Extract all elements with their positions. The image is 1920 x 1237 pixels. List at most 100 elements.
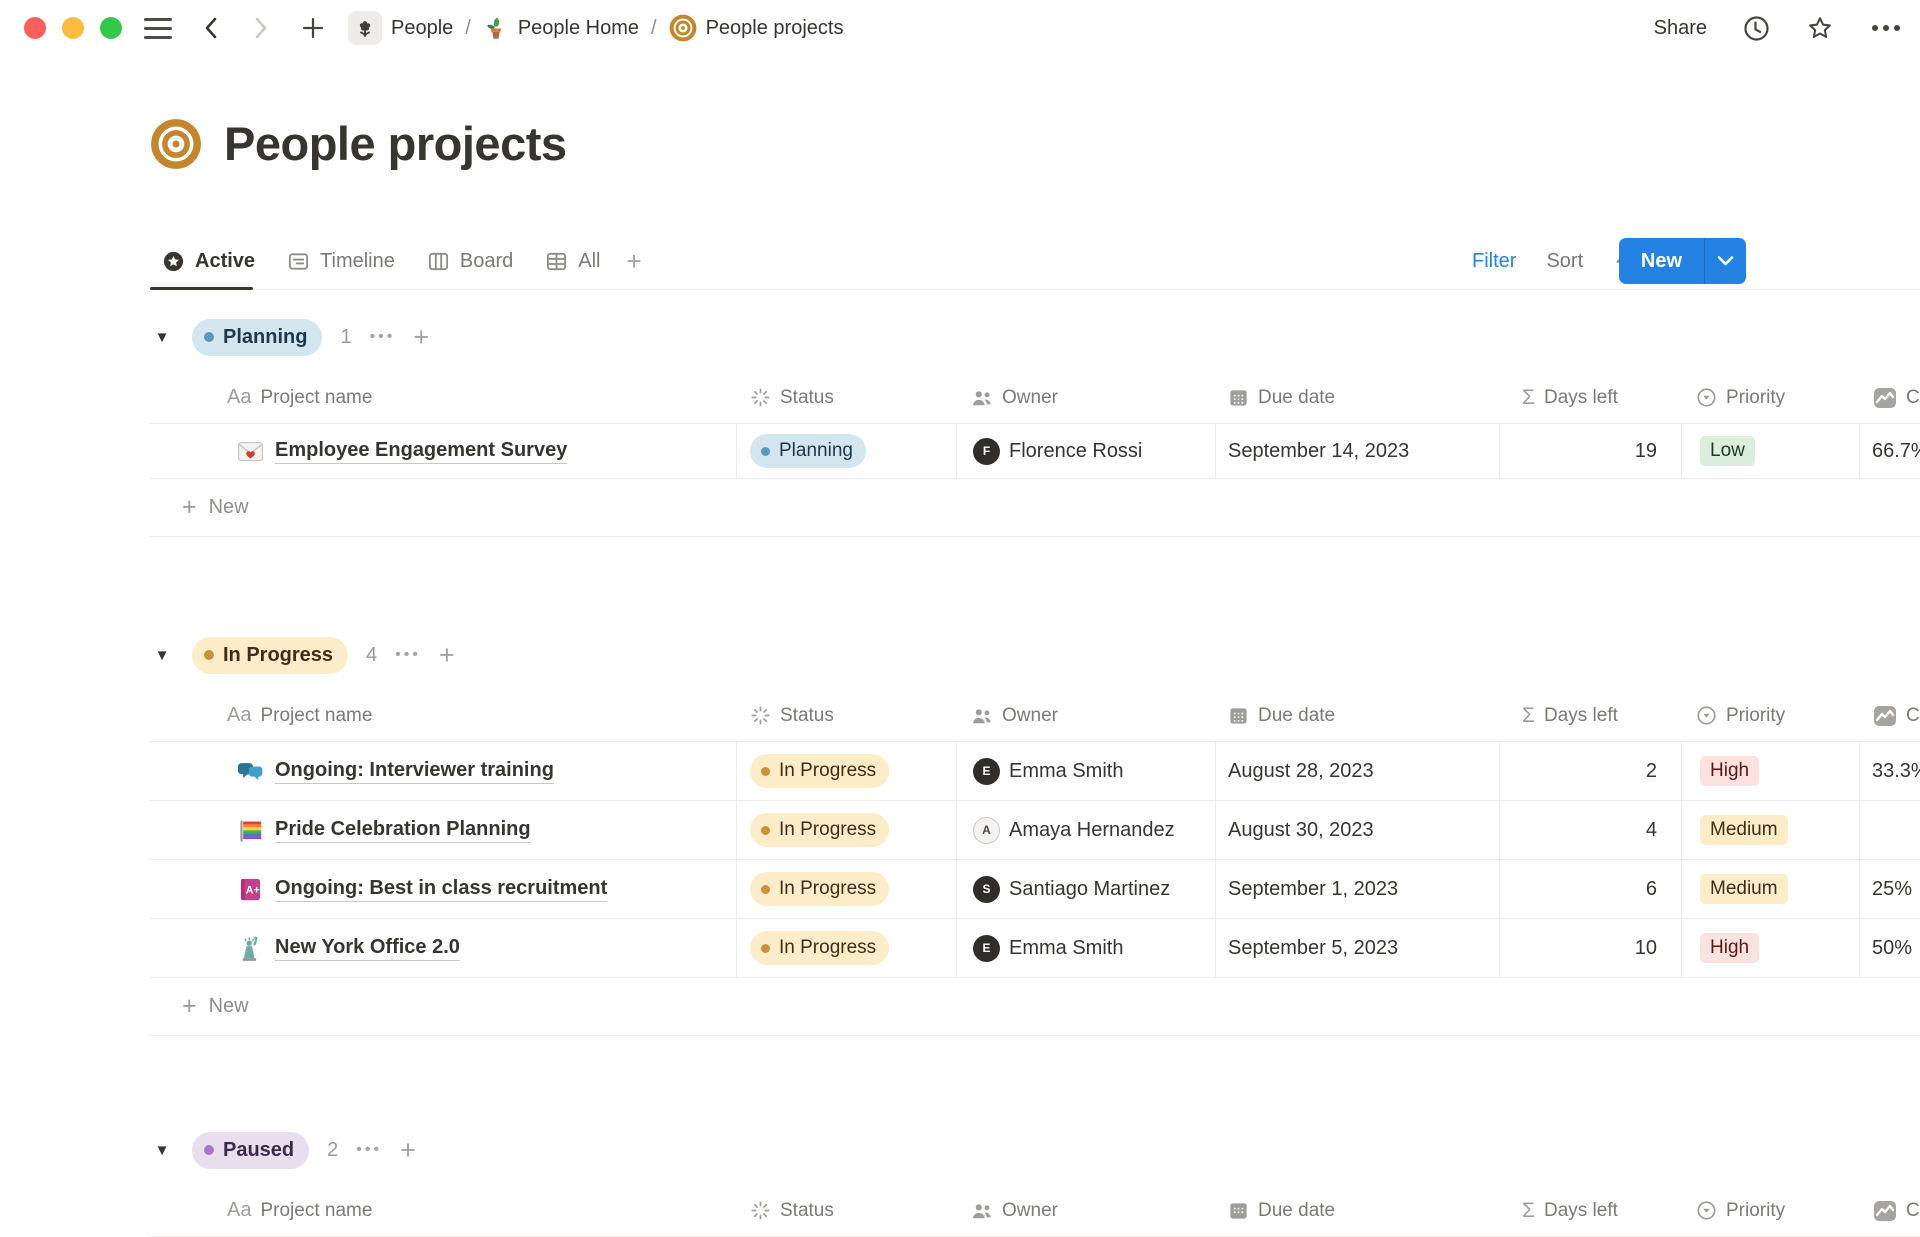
tab-all[interactable]: All: [533, 233, 612, 289]
cell-days-left[interactable]: 2: [1500, 742, 1682, 800]
table-row[interactable]: Employee Engagement Survey Planning FFlo…: [150, 424, 1920, 479]
new-options-chevron-down-icon[interactable]: [1705, 255, 1746, 267]
column-header-owner[interactable]: Owner: [957, 1185, 1216, 1236]
cell-project-name[interactable]: Employee Engagement Survey: [150, 424, 737, 478]
column-header-owner[interactable]: Owner: [957, 372, 1216, 423]
group-more-icon[interactable]: •••: [356, 1141, 382, 1159]
column-header-priority[interactable]: Priority: [1682, 690, 1860, 741]
cell-completion[interactable]: 66.7%: [1860, 424, 1920, 478]
cell-owner[interactable]: EEmma Smith: [957, 919, 1216, 977]
back-icon[interactable]: [200, 15, 222, 41]
sidebar-toggle-icon[interactable]: [144, 18, 172, 39]
new-record-button[interactable]: New: [1619, 250, 1704, 273]
page-target-icon[interactable]: [150, 118, 202, 170]
cell-project-name[interactable]: New York Office 2.0: [150, 919, 737, 977]
cell-due-date[interactable]: September 5, 2023: [1216, 919, 1500, 977]
table-row[interactable]: A+ Ongoing: Best in class recruitment In…: [150, 860, 1920, 919]
cell-status[interactable]: In Progress: [737, 919, 957, 977]
tab-active[interactable]: Active: [150, 233, 267, 289]
column-header-priority[interactable]: Priority: [1682, 372, 1860, 423]
cell-status[interactable]: Planning: [737, 424, 957, 478]
cell-days-left[interactable]: 10: [1500, 919, 1682, 977]
cell-due-date[interactable]: September 1, 2023: [1216, 860, 1500, 918]
more-options-icon[interactable]: [1870, 23, 1902, 33]
group-pill-paused[interactable]: Paused: [192, 1132, 309, 1169]
cell-completion[interactable]: 33.3%: [1860, 742, 1920, 800]
column-header-name[interactable]: AaProject name: [150, 372, 737, 423]
column-header-days-left[interactable]: ΣDays left: [1500, 372, 1682, 423]
zoom-window-button[interactable]: [100, 17, 122, 39]
cell-status[interactable]: In Progress: [737, 801, 957, 859]
project-name-link[interactable]: New York Office 2.0: [275, 936, 460, 961]
breadcrumb-page[interactable]: People projects: [669, 14, 844, 42]
column-header-name[interactable]: AaProject name: [150, 1185, 737, 1236]
group-add-icon[interactable]: +: [439, 640, 455, 671]
add-row-button[interactable]: + New: [150, 978, 1920, 1036]
tab-timeline[interactable]: Timeline: [275, 233, 407, 289]
cell-priority[interactable]: Medium: [1682, 860, 1860, 918]
group-pill-planning[interactable]: Planning: [192, 319, 322, 356]
collapse-group-icon[interactable]: ▼: [150, 329, 174, 346]
table-row[interactable]: Pride Celebration Planning In Progress A…: [150, 801, 1920, 860]
cell-owner[interactable]: AAmaya Hernandez: [957, 801, 1216, 859]
column-header-due-date[interactable]: Due date: [1216, 372, 1500, 423]
project-name-link[interactable]: Ongoing: Best in class recruitment: [275, 877, 607, 902]
new-tab-icon[interactable]: [300, 15, 326, 41]
cell-owner[interactable]: FFlorence Rossi: [957, 424, 1216, 478]
breadcrumb-home[interactable]: People Home: [483, 15, 639, 41]
cell-project-name[interactable]: A+ Ongoing: Best in class recruitment: [150, 860, 737, 918]
cell-due-date[interactable]: August 28, 2023: [1216, 742, 1500, 800]
table-row[interactable]: Ongoing: Interviewer training In Progres…: [150, 742, 1920, 801]
group-add-icon[interactable]: +: [413, 322, 429, 353]
add-view-button[interactable]: +: [620, 246, 647, 277]
column-header-completion[interactable]: Completion: [1860, 1185, 1920, 1236]
add-row-button[interactable]: + New: [150, 479, 1920, 537]
collapse-group-icon[interactable]: ▼: [150, 647, 174, 664]
close-window-button[interactable]: [24, 17, 46, 39]
minimize-window-button[interactable]: [62, 17, 84, 39]
column-header-completion[interactable]: Completion: [1860, 690, 1920, 741]
group-pill-in-progress[interactable]: In Progress: [192, 637, 348, 674]
collapse-group-icon[interactable]: ▼: [150, 1142, 174, 1159]
cell-days-left[interactable]: 6: [1500, 860, 1682, 918]
sort-button[interactable]: Sort: [1546, 250, 1583, 273]
column-header-due-date[interactable]: Due date: [1216, 1185, 1500, 1236]
filter-button[interactable]: Filter: [1472, 250, 1516, 273]
cell-priority[interactable]: Medium: [1682, 801, 1860, 859]
column-header-priority[interactable]: Priority: [1682, 1185, 1860, 1236]
cell-status[interactable]: In Progress: [737, 742, 957, 800]
group-add-icon[interactable]: +: [400, 1135, 416, 1166]
cell-project-name[interactable]: Ongoing: Interviewer training: [150, 742, 737, 800]
cell-days-left[interactable]: 4: [1500, 801, 1682, 859]
cell-days-left[interactable]: 19: [1500, 424, 1682, 478]
favorite-star-icon[interactable]: [1806, 14, 1834, 42]
cell-completion[interactable]: 25%: [1860, 860, 1920, 918]
breadcrumb-workspace[interactable]: People: [348, 11, 453, 45]
cell-priority[interactable]: High: [1682, 742, 1860, 800]
cell-owner[interactable]: SSantiago Martinez: [957, 860, 1216, 918]
tab-board[interactable]: Board: [415, 233, 525, 289]
column-header-status[interactable]: Status: [737, 690, 957, 741]
cell-completion[interactable]: 50%: [1860, 919, 1920, 977]
project-name-link[interactable]: Ongoing: Interviewer training: [275, 759, 554, 784]
project-name-link[interactable]: Pride Celebration Planning: [275, 818, 531, 843]
table-row[interactable]: New York Office 2.0 In Progress EEmma Sm…: [150, 919, 1920, 978]
column-header-status[interactable]: Status: [737, 1185, 957, 1236]
cell-priority[interactable]: High: [1682, 919, 1860, 977]
cell-status[interactable]: In Progress: [737, 860, 957, 918]
column-header-status[interactable]: Status: [737, 372, 957, 423]
cell-project-name[interactable]: Pride Celebration Planning: [150, 801, 737, 859]
group-more-icon[interactable]: •••: [370, 328, 396, 346]
column-header-days-left[interactable]: ΣDays left: [1500, 1185, 1682, 1236]
cell-completion[interactable]: [1860, 801, 1920, 859]
column-header-due-date[interactable]: Due date: [1216, 690, 1500, 741]
column-header-days-left[interactable]: ΣDays left: [1500, 690, 1682, 741]
column-header-name[interactable]: AaProject name: [150, 690, 737, 741]
history-clock-icon[interactable]: [1743, 15, 1770, 42]
cell-due-date[interactable]: September 14, 2023: [1216, 424, 1500, 478]
forward-icon[interactable]: [250, 15, 272, 41]
share-button[interactable]: Share: [1654, 17, 1707, 40]
new-record-split-button[interactable]: New: [1619, 238, 1746, 284]
group-more-icon[interactable]: •••: [395, 646, 421, 664]
cell-owner[interactable]: EEmma Smith: [957, 742, 1216, 800]
